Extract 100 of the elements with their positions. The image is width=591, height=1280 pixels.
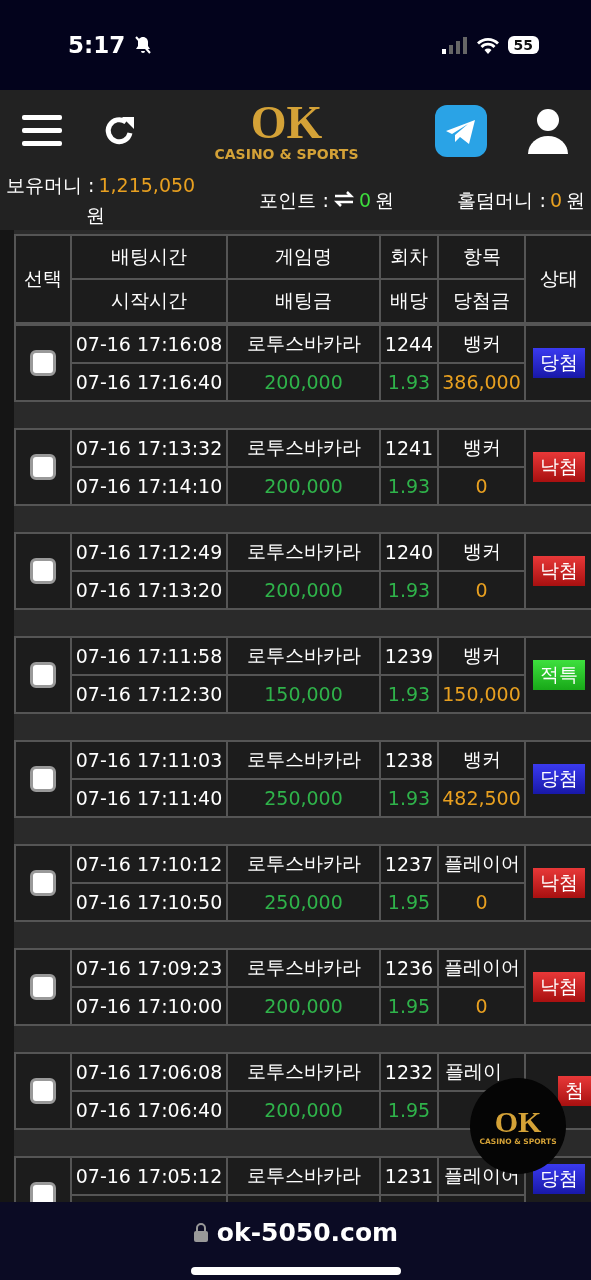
table-cell: 150,000 <box>438 675 525 713</box>
table-cell: 1.93 <box>380 363 438 401</box>
clock-time: 5:17 <box>68 32 126 58</box>
table-cell: 200,000 <box>227 1091 380 1129</box>
table-cell: 250,000 <box>227 779 380 817</box>
table-cell: 0 <box>438 883 525 921</box>
row-checkbox[interactable] <box>30 454 56 480</box>
table-cell: 로투스바카라 <box>227 325 380 363</box>
table-cell: 1239 <box>380 637 438 675</box>
column-header: 게임명 <box>227 235 380 279</box>
table-cell: 07-16 17:06:40 <box>71 1091 227 1129</box>
row-checkbox[interactable] <box>30 662 56 688</box>
column-header: 당첨금 <box>438 279 525 323</box>
table-cell: 1236 <box>380 949 438 987</box>
table-cell: 1.95 <box>380 883 438 921</box>
table-cell: 200,000 <box>227 363 380 401</box>
table-cell: 07-16 17:06:08 <box>71 1053 227 1091</box>
table-cell: 로투스바카라 <box>227 533 380 571</box>
logo-tagline: CASINO & SPORTS <box>214 146 359 162</box>
status-badge: 당첨 <box>532 764 585 794</box>
table-cell: 1.93 <box>380 467 438 505</box>
balance-value: 0 <box>549 189 562 211</box>
currency-unit: 원 <box>86 203 105 228</box>
table-cell: 1237 <box>380 845 438 883</box>
status-badge: 당첨 <box>532 1164 585 1194</box>
table-cell: 07-16 17:10:00 <box>71 987 227 1025</box>
status-badge: 낙첨 <box>532 972 585 1002</box>
table-cell: 플레이어 <box>438 845 525 883</box>
table-cell: 뱅커 <box>438 429 525 467</box>
table-cell: 1232 <box>380 1053 438 1091</box>
table-cell: 로투스바카라 <box>227 949 380 987</box>
row-checkbox[interactable] <box>30 1182 56 1202</box>
table-cell: 로투스바카라 <box>227 1053 380 1091</box>
table-cell: 07-16 17:09:23 <box>71 949 227 987</box>
menu-icon[interactable] <box>22 113 62 149</box>
table-cell: 1231 <box>380 1157 438 1195</box>
table-cell: 07-16 17:12:49 <box>71 533 227 571</box>
table-cell: 386,000 <box>438 363 525 401</box>
table-cell: 200,000 <box>227 571 380 609</box>
table-cell: 07-16 17:13:20 <box>71 571 227 609</box>
table-cell: 1238 <box>380 741 438 779</box>
table-cell: 로투스바카라 <box>227 741 380 779</box>
column-header: 회차 <box>380 235 438 279</box>
table-cell: 1.93 <box>380 675 438 713</box>
paper-plane-icon[interactable] <box>435 105 487 157</box>
table-cell: 07-16 17:11:40 <box>71 779 227 817</box>
address-url[interactable]: ok-5050.com <box>216 1217 399 1247</box>
table-cell: 07-16 17:11:03 <box>71 741 227 779</box>
battery-level: 55 <box>507 36 539 54</box>
table-cell: 07-16 17:11:58 <box>71 637 227 675</box>
table-cell: 0 <box>438 987 525 1025</box>
table-cell: 200,000 <box>227 467 380 505</box>
logo-mark: OK <box>250 100 323 146</box>
table-cell: 200,000 <box>227 987 380 1025</box>
table-cell: 1.93 <box>380 571 438 609</box>
swap-arrows-icon[interactable] <box>332 191 355 207</box>
table-cell: 로투스바카라 <box>227 637 380 675</box>
table-cell: 뱅커 <box>438 741 525 779</box>
table-cell: 07-16 17:05:12 <box>71 1157 227 1195</box>
row-checkbox[interactable] <box>30 974 56 1000</box>
table-cell: 07-16 17:10:12 <box>71 845 227 883</box>
table-cell: 482,500 <box>438 779 525 817</box>
table-cell: 1.93 <box>380 779 438 817</box>
table-cell: 1241 <box>380 429 438 467</box>
row-checkbox[interactable] <box>30 350 56 376</box>
row-checkbox[interactable] <box>30 870 56 896</box>
column-header: 배당 <box>380 279 438 323</box>
table-cell: 1.95 <box>380 987 438 1025</box>
balance-label: 포인트 : <box>259 188 329 213</box>
row-checkbox[interactable] <box>30 558 56 584</box>
table-cell: 플레이어 <box>438 949 525 987</box>
table-cell: 로투스바카라 <box>227 429 380 467</box>
status-badge: 첨 <box>558 1076 591 1106</box>
table-cell: 0 <box>438 571 525 609</box>
wifi-icon <box>475 36 500 54</box>
row-checkbox[interactable] <box>30 766 56 792</box>
table-cell: 07-16 17:16:08 <box>71 325 227 363</box>
table-cell: 뱅커 <box>438 325 525 363</box>
signal-icon <box>441 36 468 54</box>
table-cell: 07-16 17:14:10 <box>71 467 227 505</box>
logo-mark: OK <box>494 1106 542 1137</box>
status-badge: 낙첨 <box>532 868 585 898</box>
column-header: 상태 <box>525 235 591 323</box>
home-indicator[interactable] <box>190 1266 401 1275</box>
table-cell: 07-16 17:16:40 <box>71 363 227 401</box>
status-badge: 낙첨 <box>532 452 585 482</box>
table-cell: 1244 <box>380 325 438 363</box>
balance-value: 1,215,050 <box>98 174 196 196</box>
user-icon[interactable] <box>527 108 569 154</box>
balance-label: 보유머니 : <box>6 173 95 198</box>
row-checkbox[interactable] <box>30 1078 56 1104</box>
table-cell: 뱅커 <box>438 637 525 675</box>
column-header: 선택 <box>15 235 71 323</box>
table-cell: 07-16 17:10:50 <box>71 883 227 921</box>
lock-icon <box>192 1222 209 1242</box>
column-header: 배팅시간 <box>71 235 227 279</box>
table-cell: 07-16 17:13:32 <box>71 429 227 467</box>
table-cell: 뱅커 <box>438 533 525 571</box>
table-cell: 250,000 <box>227 883 380 921</box>
table-cell: 1240 <box>380 533 438 571</box>
